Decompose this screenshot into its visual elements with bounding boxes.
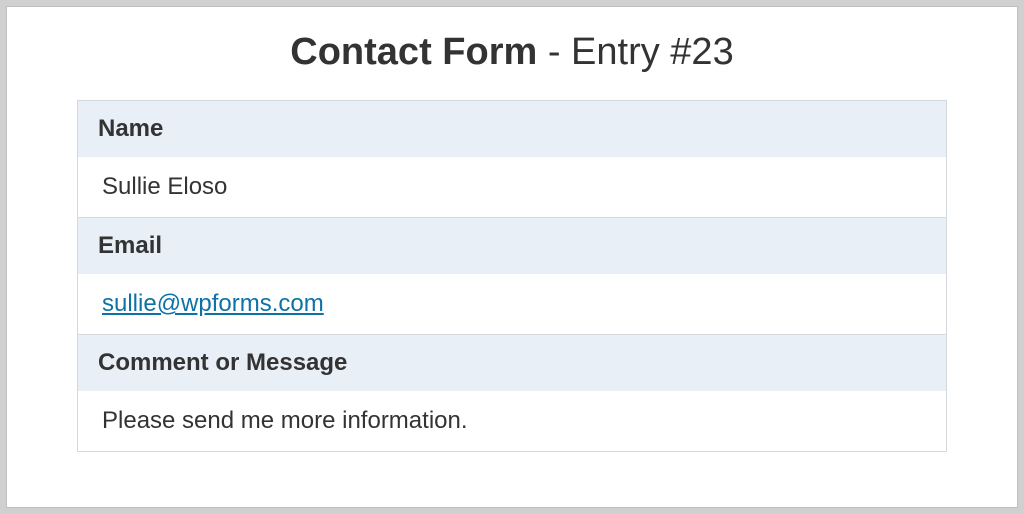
- field-row: Email sullie@wpforms.com: [78, 218, 946, 335]
- form-name: Contact Form: [290, 31, 537, 73]
- entry-panel: Contact Form - Entry #23 Name Sullie Elo…: [6, 6, 1018, 508]
- field-row: Comment or Message Please send me more i…: [78, 335, 946, 451]
- field-value-name: Sullie Eloso: [78, 157, 946, 217]
- email-link[interactable]: sullie@wpforms.com: [102, 290, 324, 317]
- field-label-email: Email: [78, 218, 946, 274]
- field-value-message: Please send me more information.: [78, 391, 946, 451]
- entry-fields-table: Name Sullie Eloso Email sullie@wpforms.c…: [77, 100, 947, 452]
- field-label-message: Comment or Message: [78, 335, 946, 391]
- field-row: Name Sullie Eloso: [78, 101, 946, 218]
- page-title: Contact Form - Entry #23: [77, 31, 947, 74]
- field-value-email: sullie@wpforms.com: [78, 274, 946, 334]
- field-label-name: Name: [78, 101, 946, 157]
- entry-number: - Entry #23: [537, 31, 733, 73]
